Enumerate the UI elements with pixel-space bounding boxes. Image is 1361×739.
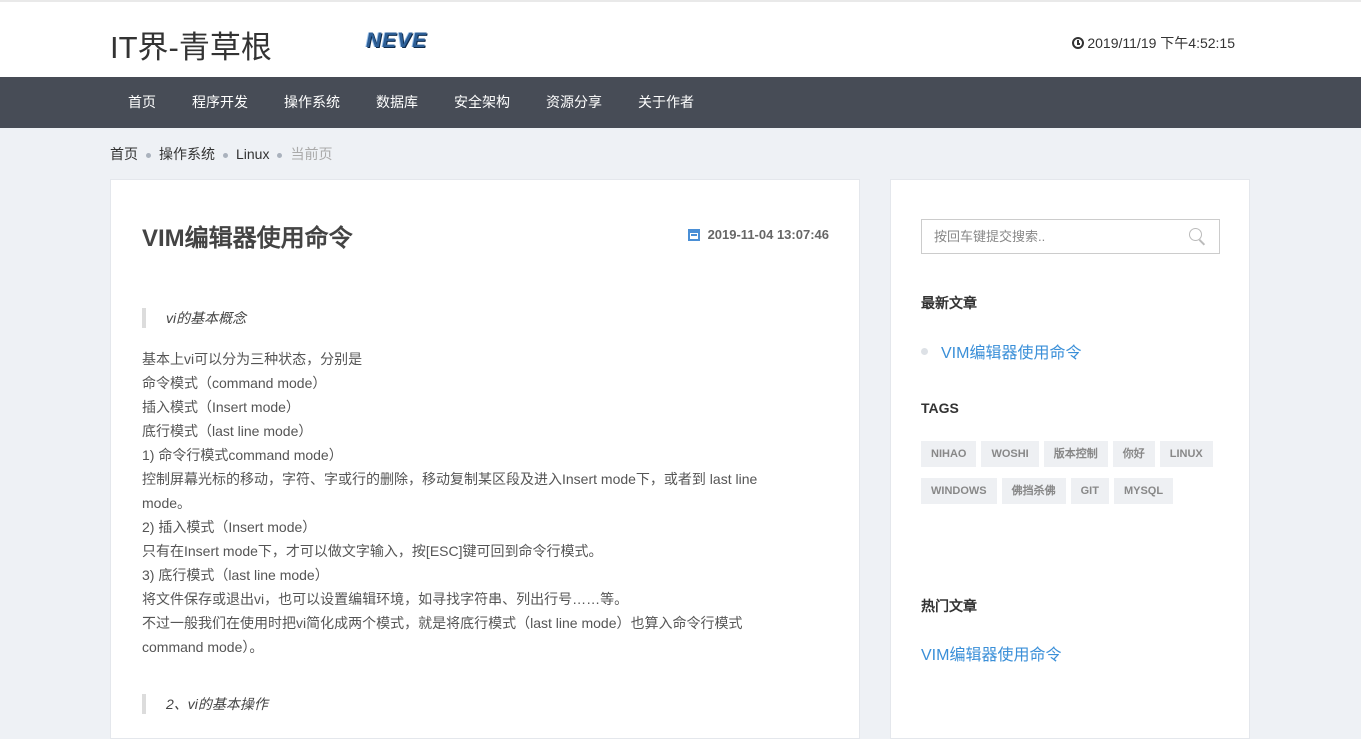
- article-paragraph: 3) 底行模式（last line mode）: [142, 567, 329, 583]
- article-paragraph: 插入模式（Insert mode）: [142, 399, 300, 415]
- tag-item[interactable]: LINUX: [1159, 441, 1213, 467]
- tag-item[interactable]: MYSQL: [1113, 478, 1174, 504]
- nav-item-resources[interactable]: 资源分享: [528, 77, 620, 128]
- tag-item[interactable]: 版本控制: [1043, 441, 1108, 467]
- article-date: 2019-11-04 13:07:46: [687, 227, 829, 242]
- breadcrumb-current: 当前页: [290, 146, 333, 162]
- clock-datetime: 2019/11/19 下午4:52:15: [1087, 35, 1235, 51]
- breadcrumb-category[interactable]: 操作系统: [159, 144, 215, 164]
- tag-cloud: NIHAO WOSHI 版本控制 你好 LINUX WINDOWS 佛挡杀佛 G…: [921, 441, 1221, 515]
- breadcrumb-subcategory[interactable]: Linux: [236, 146, 269, 162]
- article-blockquote: vi的基本概念: [142, 308, 246, 328]
- clock-icon: [1072, 37, 1085, 49]
- article-paragraph: 不过一般我们在使用时把vi简化成两个模式，就是将底行模式（last line m…: [142, 615, 743, 655]
- hot-posts-heading: 热门文章: [921, 598, 977, 614]
- nav-item-database[interactable]: 数据库: [358, 77, 436, 128]
- top-header: IT界-青草根 NEVE 2019/11/19 下午4:52:15: [0, 0, 1361, 77]
- nav-item-about[interactable]: 关于作者: [620, 77, 712, 128]
- nav-item-security[interactable]: 安全架构: [436, 77, 528, 128]
- breadcrumb-separator: [277, 152, 283, 158]
- article-paragraph: 将文件保存或退出vi，也可以设置编辑环境，如寻找字符串、列出行号……等。: [142, 591, 629, 607]
- nav-item-programming[interactable]: 程序开发: [174, 77, 266, 128]
- article-paragraph: 只有在Insert mode下，才可以做文字输入，按[ESC]键可回到命令行模式…: [142, 543, 603, 559]
- tag-item[interactable]: 你好: [1112, 441, 1155, 467]
- article-card: VIM编辑器使用命令 2019-11-04 13:07:46 vi的基本概念 基…: [110, 179, 860, 739]
- tag-item[interactable]: WOSHI: [981, 441, 1039, 467]
- article-blockquote: 2、vi的基本操作: [142, 694, 268, 714]
- tag-item[interactable]: WINDOWS: [921, 478, 997, 504]
- article-paragraph: 底行模式（last line mode）: [142, 423, 313, 439]
- clock-display: 2019/11/19 下午4:52:15: [1072, 33, 1235, 53]
- tag-item[interactable]: 佛挡杀佛: [1001, 478, 1066, 504]
- breadcrumb-separator: [146, 152, 151, 158]
- calendar-icon: [687, 228, 700, 241]
- tag-item[interactable]: GIT: [1070, 478, 1109, 504]
- breadcrumb-home[interactable]: 首页: [110, 144, 138, 164]
- tags-heading: TAGS: [921, 400, 959, 416]
- article-paragraph: 控制屏幕光标的移动，字符、字或行的删除，移动复制某区段及进入Insert mod…: [142, 471, 758, 511]
- article-paragraph: 基本上vi可以分为三种状态，分别是: [142, 351, 363, 367]
- latest-post-item: VIM编辑器使用命令: [921, 339, 1081, 363]
- site-logo[interactable]: NEVE: [366, 29, 427, 53]
- nav-list: 首页 程序开发 操作系统 数据库 安全架构 资源分享 关于作者: [110, 77, 712, 128]
- breadcrumb: 首页 操作系统 Linux 当前页: [110, 144, 332, 164]
- hot-post-link[interactable]: VIM编辑器使用命令: [921, 641, 1061, 665]
- site-title[interactable]: IT界-青草根: [110, 22, 272, 67]
- bullet-icon: [921, 347, 928, 355]
- search-input[interactable]: [934, 229, 1189, 244]
- article-date-text: 2019-11-04 13:07:46: [707, 227, 829, 242]
- article-paragraph: 命令模式（command mode）: [142, 375, 327, 391]
- main-nav: 首页 程序开发 操作系统 数据库 安全架构 资源分享 关于作者: [0, 77, 1361, 128]
- article-paragraph: 1) 命令行模式command mode）: [142, 447, 343, 463]
- article-title: VIM编辑器使用命令: [142, 225, 353, 252]
- search-icon[interactable]: [1189, 227, 1207, 246]
- search-box: [921, 219, 1220, 254]
- tag-item[interactable]: NIHAO: [921, 441, 977, 467]
- nav-item-os[interactable]: 操作系统: [266, 77, 358, 128]
- latest-post-link[interactable]: VIM编辑器使用命令: [941, 339, 1081, 363]
- article-body: 基本上vi可以分为三种状态，分别是 命令模式（command mode） 插入模…: [142, 347, 792, 659]
- nav-item-home[interactable]: 首页: [110, 77, 174, 128]
- sidebar: 最新文章 VIM编辑器使用命令 TAGS NIHAO WOSHI 版本控制 你好…: [890, 179, 1250, 739]
- article-paragraph: 2) 插入模式（Insert mode）: [142, 519, 317, 535]
- breadcrumb-separator: [223, 152, 228, 158]
- latest-posts-heading: 最新文章: [921, 295, 977, 311]
